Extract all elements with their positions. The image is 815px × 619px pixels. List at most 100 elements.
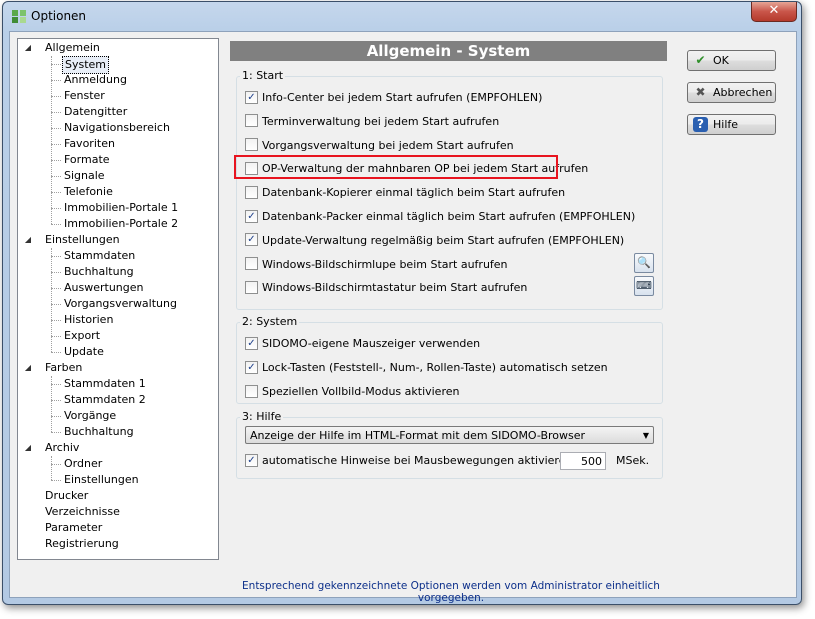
checkbox-checked[interactable]: ✓ [245, 360, 258, 374]
keyboard-icon: ⌨ [636, 279, 652, 292]
hint-option[interactable]: ✓ automatische Hinweise bei Mausbewegunge… [245, 452, 603, 470]
ok-label: OK [713, 54, 729, 67]
window-title: Optionen [31, 9, 87, 23]
tree-node[interactable]: Archiv [45, 440, 79, 456]
tree-connector [51, 288, 61, 289]
tree-node[interactable]: Einstellungen [64, 472, 139, 488]
tree-node[interactable]: Formate [64, 152, 110, 168]
tree-node[interactable]: Vorgänge [64, 408, 116, 424]
tree-connector [51, 96, 61, 97]
hint-unit: MSek. [616, 454, 650, 467]
option-label: Lock-Tasten (Feststell-, Num-, Rollen-Ta… [262, 361, 608, 374]
tree-node[interactable]: Auswertungen [64, 280, 144, 296]
checkbox-checked[interactable]: ✓ [245, 90, 258, 104]
option-row[interactable]: Vorgangsverwaltung bei jedem Start aufru… [245, 137, 514, 155]
keyboard-launch-button[interactable]: ⌨ [634, 276, 654, 296]
options-window: Optionen ✕ ◢ Allgemein System Anmeldung Fens… [2, 1, 802, 605]
check-icon: ✔ [695, 53, 706, 67]
tree-node[interactable]: Navigationsbereich [64, 120, 170, 136]
tree-connector [51, 416, 61, 417]
tree-connector [51, 304, 61, 305]
tree-node[interactable]: Signale [64, 168, 105, 184]
magnifier-launch-button[interactable]: 🔍 [634, 253, 654, 273]
chevron-down-icon: ▼ [642, 431, 649, 440]
tree-node[interactable]: Historien [64, 312, 113, 328]
option-row[interactable]: ✓ Lock-Tasten (Feststell-, Num-, Rollen-T… [245, 359, 608, 377]
option-row[interactable]: ✓ Info-Center bei jedem Start aufrufen (E… [245, 89, 542, 107]
dialog-client: ◢ Allgemein System Anmeldung Fenster Datengit… [9, 31, 797, 604]
tree-node[interactable]: Drucker [45, 488, 88, 504]
tree-connector [51, 400, 61, 401]
checkbox[interactable] [245, 280, 258, 294]
option-row[interactable]: Terminverwaltung bei jedem Start aufrufe… [245, 113, 499, 131]
help-mode-select[interactable]: Anzeige der Hilfe im HTML-Format mit dem… [245, 426, 654, 444]
help-label: Hilfe [713, 118, 739, 131]
app-icon [11, 8, 27, 24]
option-label: Datenbank-Packer einmal täglich beim Sta… [262, 210, 636, 223]
tree-node[interactable]: Registrierung [45, 536, 119, 552]
tree-node[interactable]: Telefonie [64, 184, 113, 200]
checkbox[interactable] [245, 185, 258, 199]
tree-node[interactable]: Immobilien-Portale 2 [64, 216, 178, 232]
option-label: Speziellen Vollbild-Modus aktivieren [262, 385, 460, 398]
tree-node[interactable]: Vorgangsverwaltung [64, 296, 177, 312]
options-tree[interactable]: ◢ Allgemein System Anmeldung Fenster Datengit… [17, 38, 219, 560]
tree-node[interactable]: Stammdaten 1 [64, 376, 146, 392]
tree-node[interactable]: Export [64, 328, 100, 344]
help-button[interactable]: ? Hilfe [687, 114, 776, 135]
option-label: Terminverwaltung bei jedem Start aufrufe… [262, 114, 500, 128]
tree-expand-icon[interactable]: ◢ [23, 360, 33, 376]
checkbox-checked[interactable]: ✓ [245, 233, 258, 247]
checkbox[interactable] [245, 114, 258, 128]
tree-node[interactable]: Verzeichnisse [45, 504, 120, 520]
tree-node[interactable]: Ordner [64, 456, 102, 472]
option-row[interactable]: ✓ SIDOMO-eigene Mauszeiger verwenden [245, 335, 480, 353]
tree-node[interactable]: Allgemein [45, 40, 100, 56]
tree-connector [51, 480, 61, 481]
tree-node[interactable]: Einstellungen [45, 232, 120, 248]
checkbox[interactable] [245, 138, 258, 152]
tree-node[interactable]: Datengitter [64, 104, 127, 120]
tree-connector [51, 80, 61, 81]
option-row[interactable]: Datenbank-Kopierer einmal täglich beim S… [245, 184, 565, 202]
tree-connector [51, 376, 52, 432]
close-button[interactable]: ✕ [751, 2, 797, 22]
tree-node[interactable]: Farben [45, 360, 82, 376]
tree-node[interactable]: Buchhaltung [64, 424, 134, 440]
ok-button[interactable]: ✔ OK [687, 50, 776, 71]
cancel-button[interactable]: ✖ Abbrechen [687, 82, 776, 103]
checkbox[interactable] [245, 384, 258, 398]
title-bar[interactable]: Optionen ✕ [3, 2, 801, 30]
option-row[interactable]: Windows-Bildschirmlupe beim Start aufruf… [245, 256, 508, 274]
checkbox[interactable] [245, 257, 258, 271]
tree-node[interactable]: Stammdaten [64, 248, 135, 264]
tree-node[interactable]: Favoriten [64, 136, 115, 152]
tree-expand-icon[interactable]: ◢ [23, 232, 33, 248]
tree-node[interactable]: Parameter [45, 520, 102, 536]
checkbox-checked[interactable]: ✓ [245, 336, 258, 350]
tree-connector [51, 160, 61, 161]
tree-expand-icon[interactable]: ◢ [23, 440, 33, 456]
tree-connector [51, 176, 61, 177]
group-start-label: 1: Start [240, 69, 286, 82]
option-row[interactable]: ✓ Update-Verwaltung regelmäßig beim Start… [245, 232, 624, 250]
option-label: SIDOMO-eigene Mauszeiger verwenden [262, 337, 481, 350]
tree-node[interactable]: Stammdaten 2 [64, 392, 146, 408]
option-row[interactable]: Speziellen Vollbild-Modus aktivieren [245, 383, 459, 401]
option-label: Windows-Bildschirmtastatur beim Start au… [262, 281, 528, 295]
option-row[interactable]: Windows-Bildschirmtastatur beim Start au… [245, 279, 527, 297]
tree-expand-icon[interactable]: ◢ [23, 40, 33, 56]
hint-checkbox[interactable]: ✓ [245, 453, 258, 467]
tree-node[interactable]: Anmeldung [64, 72, 127, 88]
highlight-box [234, 155, 558, 179]
option-row[interactable]: ✓ Datenbank-Packer einmal täglich beim St… [245, 208, 635, 226]
tree-connector [51, 256, 61, 257]
hint-delay-input[interactable]: 500 [560, 452, 606, 470]
tree-node[interactable]: Buchhaltung [64, 264, 134, 280]
tree-connector [51, 64, 61, 65]
tree-connector [51, 224, 61, 225]
tree-node[interactable]: Fenster [64, 88, 105, 104]
checkbox-checked[interactable]: ✓ [245, 209, 258, 223]
tree-node[interactable]: Immobilien-Portale 1 [64, 200, 178, 216]
tree-node[interactable]: Update [64, 344, 104, 360]
